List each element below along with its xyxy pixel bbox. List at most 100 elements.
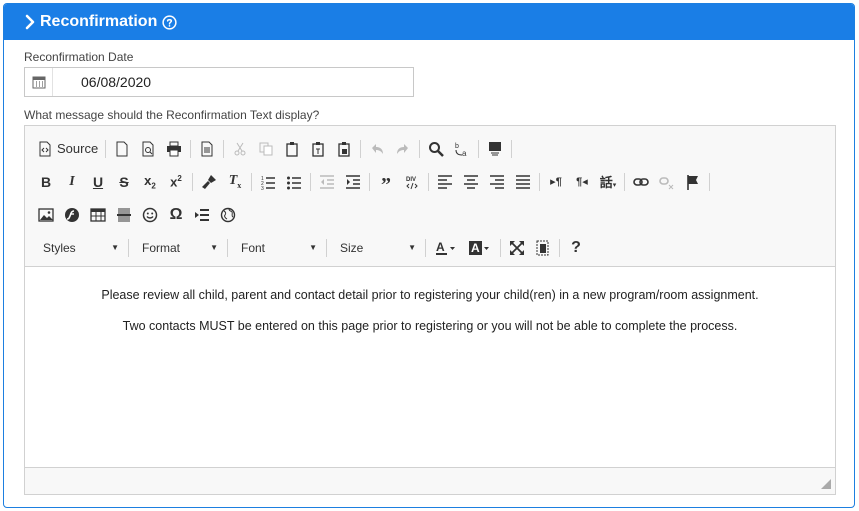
preview-icon	[142, 141, 154, 156]
table-icon	[90, 207, 106, 222]
bulleted-list-button[interactable]	[281, 170, 307, 194]
globe-icon	[220, 207, 236, 222]
select-all-button[interactable]	[482, 137, 508, 161]
image-button[interactable]	[33, 203, 59, 227]
bg-color-button[interactable]: A	[463, 236, 497, 260]
chevron-down-icon: ▼	[111, 243, 119, 252]
outdent-button[interactable]	[314, 170, 340, 194]
panel-title: Reconfirmation	[40, 13, 158, 30]
justify-button[interactable]	[510, 170, 536, 194]
about-button[interactable]: ?	[563, 236, 589, 260]
indent-button[interactable]	[340, 170, 366, 194]
redo-button[interactable]	[390, 137, 416, 161]
font-dropdown[interactable]: Font ▼	[231, 236, 323, 260]
paste-button[interactable]	[279, 137, 305, 161]
content-paragraph[interactable]: Two contacts MUST be entered on this pag…	[25, 319, 835, 333]
iframe-button[interactable]	[215, 203, 241, 227]
format-label: Format	[142, 240, 181, 255]
templates-icon	[201, 141, 213, 156]
date-label: Reconfirmation Date	[24, 50, 134, 64]
superscript-button[interactable]: x2	[163, 170, 189, 194]
svg-text:a: a	[462, 149, 467, 157]
chevron-down-icon: ▼	[408, 243, 416, 252]
link-icon	[633, 177, 649, 186]
paste-word-button[interactable]	[331, 137, 357, 161]
paste-text-button[interactable]	[305, 137, 331, 161]
align-center-button[interactable]	[458, 170, 484, 194]
date-field[interactable]	[24, 67, 414, 97]
copy-button[interactable]	[253, 137, 279, 161]
strikethrough-button[interactable]: S	[111, 170, 137, 194]
text-color-icon: A	[436, 240, 455, 255]
source-label: Source	[57, 141, 99, 156]
content-paragraph[interactable]: Please review all child, parent and cont…	[25, 289, 835, 302]
toolbar-row-4: Styles ▼ Format ▼ Font ▼ Size ▼ A A ?	[33, 231, 831, 264]
svg-text:3: 3	[261, 186, 264, 190]
font-label: Font	[241, 240, 266, 255]
templates-button[interactable]	[194, 137, 220, 161]
copy-formatting-button[interactable]	[196, 170, 222, 194]
new-page-button[interactable]	[109, 137, 135, 161]
quote-icon: ”	[381, 173, 391, 196]
text-color-button[interactable]: A	[429, 236, 463, 260]
find-button[interactable]	[423, 137, 449, 161]
undo-button[interactable]	[364, 137, 390, 161]
flash-button[interactable]	[59, 203, 85, 227]
size-label: Size	[340, 240, 364, 255]
rich-text-editor: Source ba B I U S x2 x2 Tx 1 2 3 ” DIV ▸…	[24, 125, 836, 495]
svg-text:A: A	[471, 241, 480, 255]
italic-button[interactable]: I	[59, 170, 85, 194]
rtl-icon: ¶◂	[576, 176, 588, 188]
ltr-button[interactable]: ▸¶	[543, 170, 569, 194]
help-circle-icon[interactable]	[162, 14, 177, 30]
bulleted-list-icon	[287, 176, 301, 189]
create-div-button[interactable]: DIV	[399, 170, 425, 194]
div-icon: DIV	[406, 177, 418, 189]
remove-format-button[interactable]: Tx	[222, 170, 248, 194]
special-char-button[interactable]: Ω	[163, 203, 189, 227]
underline-icon: U	[92, 173, 104, 190]
horizontal-rule-icon	[117, 208, 131, 221]
outdent-icon	[320, 174, 334, 189]
format-dropdown[interactable]: Format ▼	[132, 236, 224, 260]
link-button[interactable]	[628, 170, 654, 194]
chevron-down-icon: ▼	[309, 243, 317, 252]
date-input[interactable]	[79, 73, 279, 91]
calendar-icon[interactable]	[25, 68, 53, 96]
replace-button[interactable]: ba	[449, 137, 475, 161]
size-dropdown[interactable]: Size ▼	[330, 236, 422, 260]
horizontal-rule-button[interactable]	[111, 203, 137, 227]
numbered-list-button[interactable]: 123	[255, 170, 281, 194]
language-button[interactable]: 話▾	[595, 170, 621, 194]
preview-button[interactable]	[135, 137, 161, 161]
bold-button[interactable]: B	[33, 170, 59, 194]
print-button[interactable]	[161, 137, 187, 161]
show-blocks-button[interactable]	[530, 236, 556, 260]
styles-dropdown[interactable]: Styles ▼	[33, 236, 125, 260]
editor-content[interactable]: Please review all child, parent and cont…	[25, 267, 835, 467]
editor-toolbar: Source ba B I U S x2 x2 Tx 1 2 3 ” DIV ▸…	[25, 126, 835, 267]
source-icon	[39, 141, 51, 156]
resize-handle-icon[interactable]	[821, 479, 831, 489]
maximize-button[interactable]	[504, 236, 530, 260]
anchor-button[interactable]	[680, 170, 706, 194]
underline-button[interactable]: U	[85, 170, 111, 194]
svg-text:b: b	[455, 143, 459, 150]
align-left-button[interactable]	[432, 170, 458, 194]
rtl-button[interactable]: ¶◂	[569, 170, 595, 194]
cut-button[interactable]	[227, 137, 253, 161]
unlink-icon	[659, 176, 674, 189]
source-button[interactable]: Source	[33, 137, 102, 161]
page-break-icon	[195, 208, 209, 221]
table-button[interactable]	[85, 203, 111, 227]
panel-header[interactable]: Reconfirmation	[4, 4, 854, 40]
subscript-button[interactable]: x2	[137, 170, 163, 194]
chevron-right-icon	[25, 14, 35, 30]
svg-text:DIV: DIV	[406, 177, 416, 183]
smiley-button[interactable]	[137, 203, 163, 227]
unlink-button[interactable]	[654, 170, 680, 194]
reconfirmation-panel: Reconfirmation Reconfirmation Date What …	[3, 3, 855, 508]
blockquote-button[interactable]: ”	[373, 170, 399, 196]
align-right-button[interactable]	[484, 170, 510, 194]
page-break-button[interactable]	[189, 203, 215, 227]
